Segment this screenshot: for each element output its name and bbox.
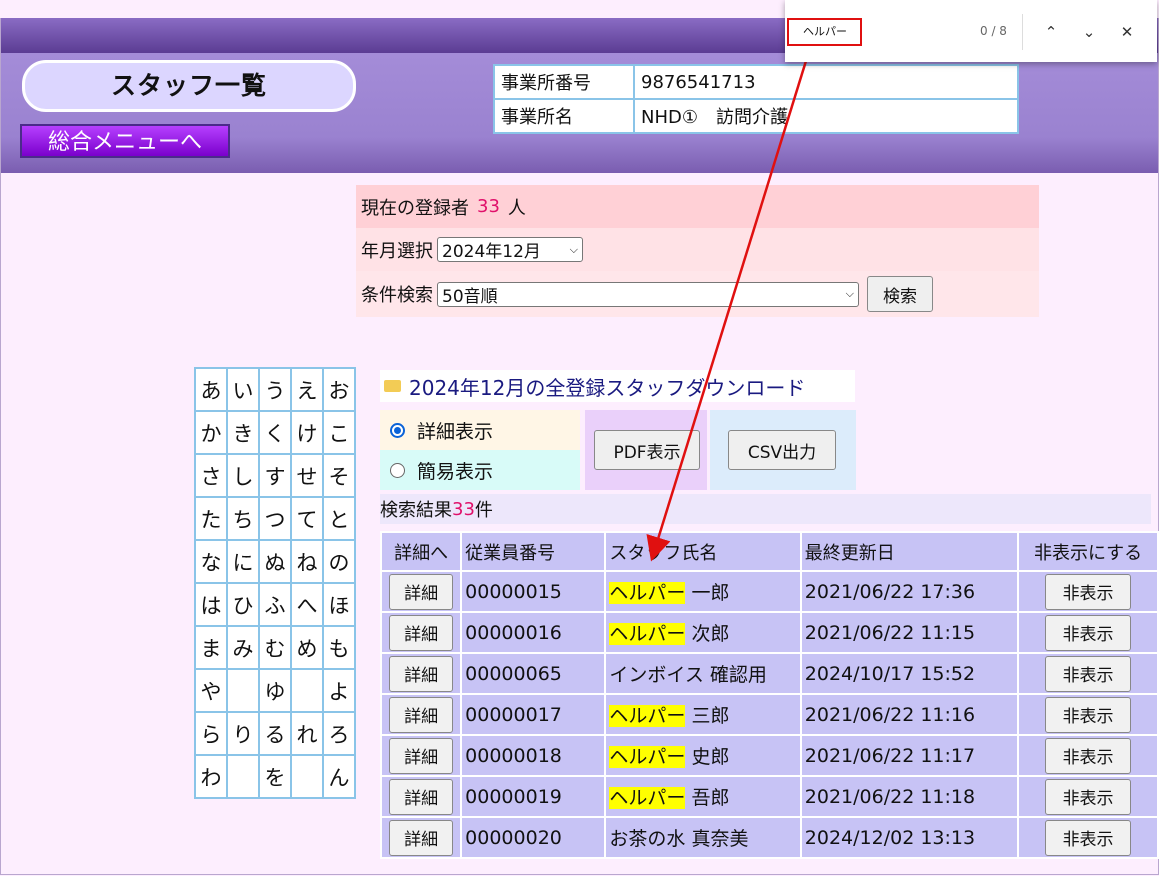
chevron-up-icon[interactable]: ⌃ [1039, 21, 1063, 43]
find-in-page-bar: ヘルパー 0 / 8 ⌃ ⌄ ✕ [785, 0, 1157, 62]
find-separator [1022, 14, 1023, 50]
find-match-count: 0 / 8 [980, 24, 1007, 38]
chevron-down-icon[interactable]: ⌄ [1077, 21, 1101, 43]
close-icon[interactable]: ✕ [1115, 21, 1139, 43]
find-input[interactable]: ヘルパー [787, 18, 862, 46]
annotation-arrow [646, 47, 812, 562]
